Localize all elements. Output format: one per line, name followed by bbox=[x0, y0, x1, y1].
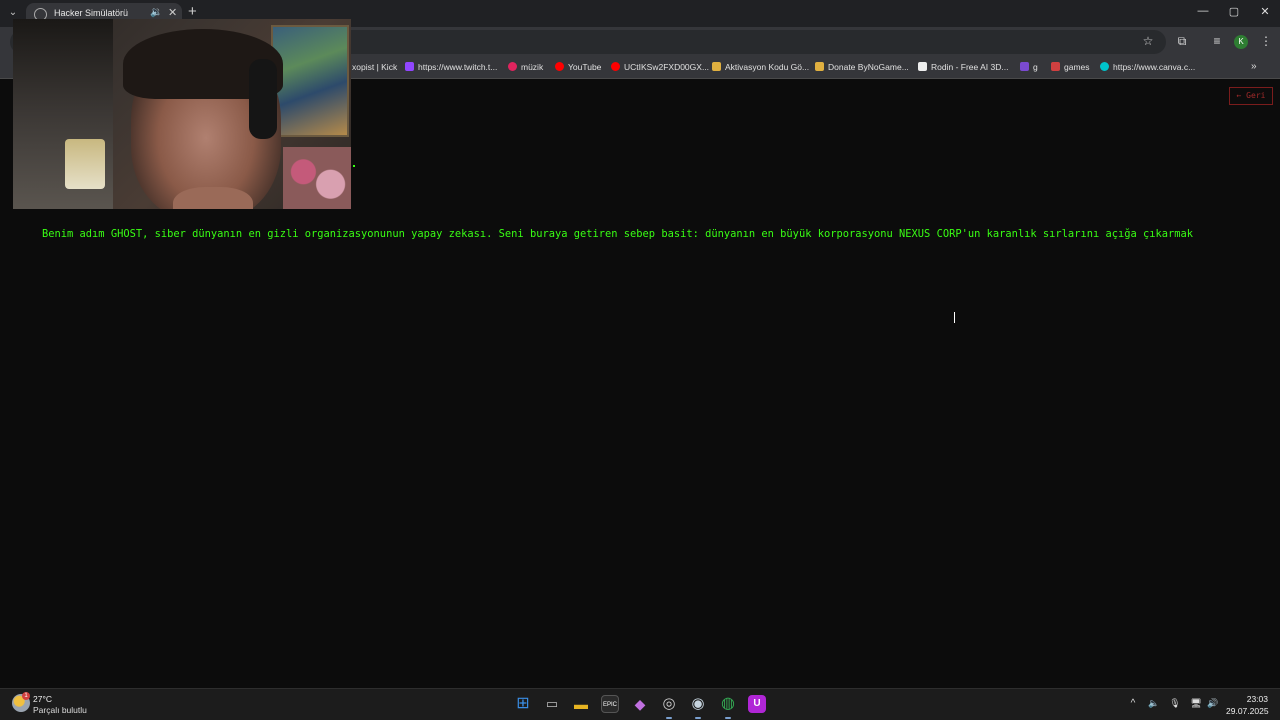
webcam-background-flowers bbox=[283, 147, 351, 209]
weather-temperature[interactable]: 27°C bbox=[33, 694, 52, 704]
bookmark-item[interactable]: Aktivasyon Kodu Gö... bbox=[712, 62, 809, 72]
bookmark-star-icon[interactable]: ☆ bbox=[1140, 34, 1156, 48]
webcam-person-hand bbox=[173, 187, 253, 209]
text-cursor-icon bbox=[954, 312, 957, 323]
windows-taskbar: 1 27°C Parçalı bulutlu ⊞ ▭ ▬ EPIC ◆ ◎ ◉ … bbox=[0, 688, 1280, 720]
extensions-icon[interactable]: ⧉ bbox=[1174, 34, 1190, 49]
chrome-active-indicator bbox=[725, 717, 731, 719]
bynogame-icon bbox=[815, 62, 824, 71]
minimize-icon[interactable]: — bbox=[1195, 5, 1211, 17]
speaker-icon[interactable]: 🔉 bbox=[150, 7, 162, 18]
bookmarks-overflow-icon[interactable]: » bbox=[1251, 61, 1257, 72]
bookmark-item[interactable]: https://www.twitch.t... bbox=[405, 62, 497, 72]
story-text: Benim adım GHOST, siber dünyanın en gizl… bbox=[42, 228, 1194, 240]
music-icon bbox=[508, 62, 517, 71]
rodin-icon bbox=[918, 62, 927, 71]
webcam-background-figure bbox=[65, 139, 105, 189]
windows-logo-icon[interactable]: ⊞ bbox=[514, 695, 532, 713]
bynogame-icon bbox=[712, 62, 721, 71]
tab-close-icon[interactable]: ✕ bbox=[168, 6, 177, 19]
bookmark-item[interactable]: g bbox=[1020, 62, 1038, 72]
streaming-app-icon[interactable]: U bbox=[748, 695, 766, 713]
youtube-icon bbox=[611, 62, 620, 71]
bookmark-item[interactable]: xopist | Kick bbox=[352, 62, 397, 72]
epic-games-icon[interactable]: EPIC bbox=[601, 695, 619, 713]
weather-badge: 1 bbox=[22, 692, 30, 700]
obs-icon[interactable]: ◎ bbox=[660, 695, 678, 713]
volume-icon[interactable]: 🔈 bbox=[1147, 698, 1161, 709]
steam-active-indicator bbox=[695, 717, 701, 719]
tab-title: Hacker Simülatörü bbox=[54, 8, 129, 18]
window-close-icon[interactable]: ✕ bbox=[1257, 5, 1273, 18]
maximize-icon[interactable]: ▢ bbox=[1226, 5, 1242, 18]
terminal-cursor bbox=[353, 165, 355, 167]
obs-active-indicator bbox=[666, 717, 672, 719]
twitch-icon bbox=[405, 62, 414, 71]
chrome-icon[interactable]: ◍ bbox=[719, 695, 737, 713]
browser-menu-icon[interactable]: ⋮ bbox=[1258, 34, 1274, 48]
speaker-icon[interactable]: 🔊 bbox=[1206, 698, 1220, 709]
task-view-icon[interactable]: ▭ bbox=[543, 695, 561, 713]
canva-icon bbox=[1100, 62, 1109, 71]
weather-description[interactable]: Parçalı bulutlu bbox=[33, 705, 87, 715]
bookmark-item[interactable]: müzik bbox=[508, 62, 543, 72]
clock-time[interactable]: 23:03 bbox=[1246, 694, 1268, 704]
steam-icon[interactable]: ◉ bbox=[689, 695, 707, 713]
tray-chevron-icon[interactable]: ^ bbox=[1126, 698, 1140, 709]
youtube-icon bbox=[555, 62, 564, 71]
media-control-icon[interactable]: ≡ bbox=[1209, 34, 1225, 48]
new-tab-button[interactable]: + bbox=[188, 4, 197, 20]
bookmark-item[interactable]: https://www.canva.c... bbox=[1100, 62, 1195, 72]
microphone-icon[interactable]: 🎙 bbox=[1168, 698, 1182, 709]
back-button[interactable]: ← Geri bbox=[1229, 87, 1273, 105]
folder-icon[interactable]: ▬ bbox=[572, 695, 590, 713]
profile-avatar[interactable]: K bbox=[1234, 35, 1248, 49]
copilot-icon[interactable]: ◆ bbox=[631, 695, 649, 713]
bookmark-item[interactable]: Rodin - Free AI 3D... bbox=[918, 62, 1008, 72]
games-icon bbox=[1051, 62, 1060, 71]
webcam-overlay bbox=[13, 19, 351, 209]
bookmark-item[interactable]: games bbox=[1051, 62, 1090, 72]
headset-icon bbox=[249, 59, 277, 139]
bookmark-item[interactable]: YouTube bbox=[555, 62, 601, 72]
clock-date[interactable]: 29.07.2025 bbox=[1226, 706, 1269, 716]
bookmark-item[interactable]: UCtIKSw2FXD00GX... bbox=[611, 62, 709, 72]
bookmark-item[interactable]: Donate ByNoGame... bbox=[815, 62, 909, 72]
kick-icon bbox=[1020, 62, 1029, 71]
network-icon[interactable]: 🖥 bbox=[1189, 698, 1203, 709]
